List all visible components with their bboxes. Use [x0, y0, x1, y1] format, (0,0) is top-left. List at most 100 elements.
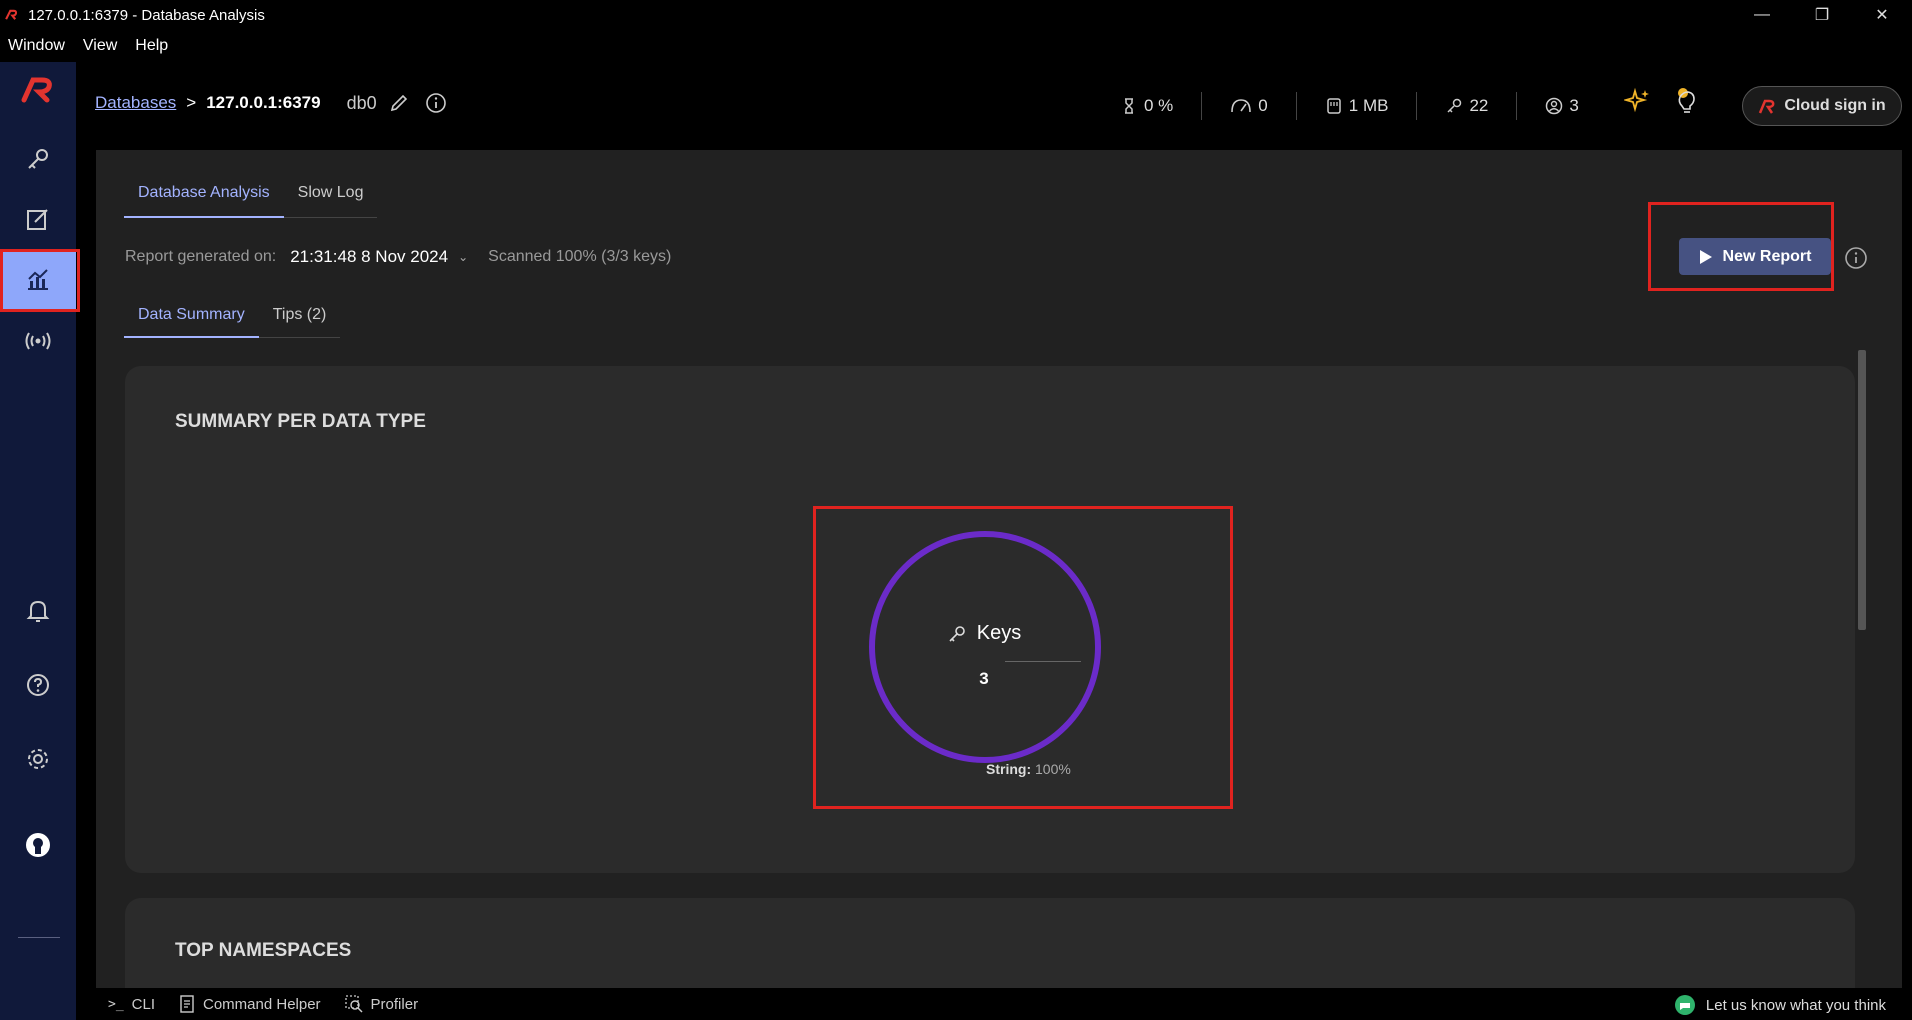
sidebar-divider — [18, 937, 60, 938]
tab-data-summary[interactable]: Data Summary — [124, 294, 259, 338]
github-link[interactable] — [0, 808, 76, 882]
sidebar — [0, 62, 76, 1020]
main-panel: Database Analysis Slow Log Report genera… — [96, 150, 1902, 998]
terminal-icon: >_ — [108, 996, 124, 1012]
edit-db-button[interactable] — [389, 93, 409, 113]
donut-keys-count: 3 — [979, 669, 989, 688]
db-stats: 0 % 0 1 MB 22 3 — [1120, 92, 1607, 120]
summary-title: SUMMARY PER DATA TYPE — [175, 411, 426, 432]
window-title: 127.0.0.1:6379 - Database Analysis — [28, 6, 265, 24]
tab-tips[interactable]: Tips (2) — [258, 294, 341, 338]
legend-value: 100% — [1035, 761, 1071, 777]
stat-ops: 0 — [1202, 92, 1297, 120]
gear-icon — [28, 749, 48, 769]
scrollbar-thumb[interactable] — [1858, 350, 1866, 630]
feedback-link[interactable]: Let us know what you think — [1674, 994, 1886, 1016]
stat-memory: 1 MB — [1297, 92, 1418, 120]
chart-icon — [28, 269, 48, 290]
redis-logo[interactable] — [0, 52, 76, 126]
chevron-down-icon[interactable]: ⌄ — [458, 250, 468, 264]
donut-center-title: Keys — [905, 622, 1063, 645]
breadcrumb-host: 127.0.0.1:6379 — [206, 93, 321, 112]
cli-button[interactable]: >_ CLI — [108, 996, 155, 1013]
copilot-button[interactable] — [1622, 87, 1652, 120]
legend-label: String: — [986, 761, 1032, 777]
tab-slow-log[interactable]: Slow Log — [283, 170, 378, 218]
minimize-button[interactable]: — — [1732, 0, 1792, 30]
memory-icon — [1327, 98, 1341, 114]
command-helper-label: Command Helper — [203, 995, 321, 1013]
edit-icon — [27, 209, 48, 230]
breadcrumb: Databases > 127.0.0.1:6379 db0 — [95, 92, 447, 114]
analysis-tabs: Database Analysis Slow Log — [124, 170, 378, 218]
scanned-status: Scanned 100% (3/3 keys) — [488, 248, 672, 265]
settings-button[interactable] — [0, 722, 76, 796]
feedback-label: Let us know what you think — [1705, 996, 1886, 1014]
stat-keys-value: 22 — [1469, 96, 1489, 115]
stat-cpu: 0 % — [1120, 92, 1203, 120]
redis-logo-icon — [1759, 99, 1775, 114]
stat-clients: 3 — [1517, 92, 1606, 120]
info-icon — [1845, 247, 1867, 269]
new-report-button[interactable]: New Report — [1679, 238, 1831, 275]
header-icons — [1622, 86, 1700, 121]
stat-memory-value: 1 MB — [1348, 96, 1389, 115]
db-index: db0 — [346, 92, 377, 113]
report-generated-label: Report generated on: — [125, 248, 277, 265]
summary-tabs: Data Summary Tips (2) — [124, 294, 341, 338]
key-icon — [28, 149, 48, 169]
redis-logo-icon — [5, 9, 18, 20]
profiler-icon — [344, 995, 363, 1013]
broadcast-icon — [25, 332, 51, 350]
close-button[interactable]: ✕ — [1852, 0, 1912, 30]
sidebar-item-pubsub[interactable] — [0, 304, 76, 378]
help-button[interactable] — [0, 648, 76, 722]
tab-database-analysis[interactable]: Database Analysis — [124, 170, 284, 218]
feedback-icon — [1674, 995, 1695, 1015]
cloud-signin-label: Cloud sign in — [1784, 97, 1886, 114]
sidebar-item-workbench[interactable] — [0, 182, 76, 256]
info-icon — [425, 93, 446, 113]
help-icon — [27, 674, 49, 696]
sparkle-icon — [1622, 87, 1649, 113]
profiler-button[interactable]: Profiler — [344, 995, 419, 1013]
donut-slice-string[interactable] — [869, 531, 1101, 763]
summary-card: SUMMARY PER DATA TYPE Keys 3 String: 100… — [125, 366, 1855, 873]
report-time-select[interactable]: 21:31:48 8 Nov 2024 — [290, 247, 448, 267]
insights-button[interactable] — [1674, 86, 1700, 121]
key-icon — [949, 625, 965, 642]
header: Databases > 127.0.0.1:6379 db0 0 % 0 1 M… — [76, 62, 1912, 150]
stat-clients-value: 3 — [1569, 96, 1579, 115]
sidebar-item-analysis[interactable] — [0, 250, 76, 310]
user-icon — [1546, 97, 1563, 115]
pencil-icon — [390, 94, 407, 112]
new-report-label: New Report — [1722, 247, 1812, 265]
donut-center-divider — [1005, 661, 1081, 662]
cpu-icon — [1125, 98, 1133, 114]
github-icon — [26, 833, 50, 857]
lightbulb-icon — [1678, 88, 1695, 113]
breadcrumb-separator: > — [186, 93, 197, 112]
restore-button[interactable]: ❐ — [1792, 0, 1852, 30]
menu-bar: Window View Help — [0, 30, 1912, 62]
menu-view[interactable]: View — [83, 37, 117, 55]
command-helper-button[interactable]: Command Helper — [179, 995, 321, 1013]
redis-logo-icon — [21, 77, 52, 103]
key-icon — [1447, 98, 1462, 113]
play-icon — [1699, 249, 1712, 264]
breadcrumb-databases-link[interactable]: Databases — [95, 93, 176, 113]
scrollbar[interactable] — [1858, 350, 1866, 750]
donut-legend: String: 100% — [986, 761, 1071, 777]
namespaces-card: TOP NAMESPACES — [125, 898, 1855, 998]
notifications-button[interactable] — [0, 574, 76, 648]
new-report-info-button[interactable] — [1844, 246, 1868, 275]
namespaces-title: TOP NAMESPACES — [175, 940, 352, 961]
menu-help[interactable]: Help — [135, 37, 168, 55]
db-info-button[interactable] — [425, 92, 447, 114]
document-icon — [180, 995, 194, 1013]
cloud-signin-button[interactable]: Cloud sign in — [1742, 86, 1902, 126]
stat-cpu-value: 0 % — [1144, 96, 1174, 115]
profiler-label: Profiler — [370, 995, 419, 1013]
cli-label: CLI — [131, 995, 155, 1013]
data-type-donut — [869, 531, 1101, 763]
